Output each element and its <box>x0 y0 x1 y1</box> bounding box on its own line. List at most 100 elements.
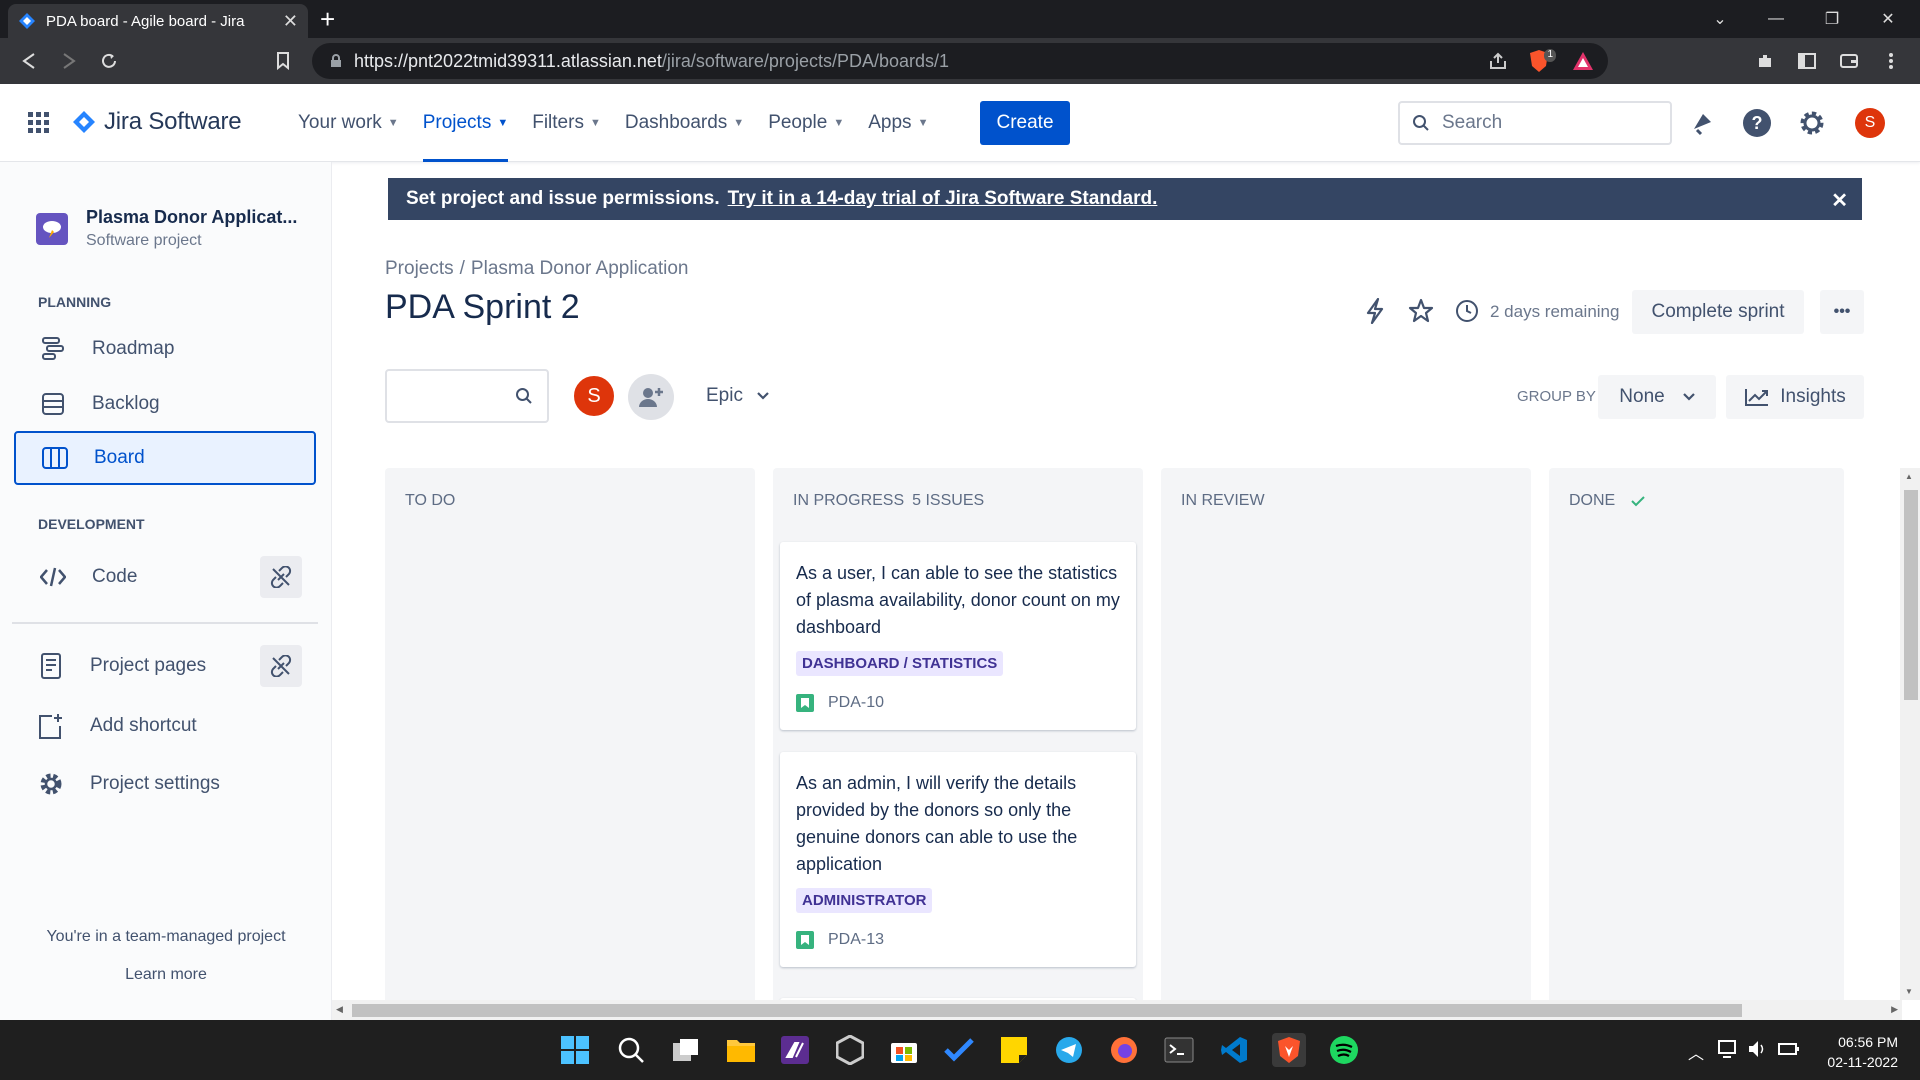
close-window-button[interactable]: ✕ <box>1860 0 1916 38</box>
scrollbar-thumb[interactable] <box>352 1004 1742 1017</box>
board-search-input[interactable] <box>385 369 549 423</box>
column-header: TO DO <box>405 492 455 510</box>
sidebar-item-roadmap[interactable]: Roadmap <box>14 322 316 376</box>
browser-menu-icon[interactable] <box>1878 48 1904 74</box>
scroll-up-icon[interactable]: ▲ <box>1905 472 1913 481</box>
banner-trial-link[interactable]: Try it in a 14-day trial of Jira Softwar… <box>728 188 1158 210</box>
windows-start-icon[interactable] <box>558 1033 592 1067</box>
minimize-button[interactable]: — <box>1748 0 1804 38</box>
sidebar-item-project-settings[interactable]: Project settings <box>14 757 316 811</box>
nav-projects[interactable]: Projects ▼ <box>411 84 521 162</box>
vscode-icon[interactable] <box>1217 1033 1251 1067</box>
browser-tab-bar: PDA board - Agile board - Jira ✕ + ⌄ — ❐… <box>0 0 1920 38</box>
settings-gear-icon[interactable] <box>1796 107 1828 139</box>
file-explorer-icon[interactable] <box>724 1033 758 1067</box>
microsoft-store-icon[interactable] <box>887 1033 921 1067</box>
restore-button[interactable]: ❐ <box>1804 0 1860 38</box>
automation-lightning-icon[interactable] <box>1360 296 1390 326</box>
brave-browser-icon[interactable] <box>1272 1033 1306 1067</box>
issue-key[interactable]: PDA-10 <box>828 694 884 712</box>
taskbar-search-icon[interactable] <box>614 1033 648 1067</box>
telegram-icon[interactable] <box>1052 1033 1086 1067</box>
scroll-down-icon[interactable]: ▼ <box>1905 987 1913 996</box>
board-vertical-scrollbar[interactable]: ▲ ▼ <box>1900 468 1920 1000</box>
brave-rewards-icon[interactable] <box>1572 51 1594 71</box>
sidebar-item-add-shortcut[interactable]: Add shortcut <box>14 699 316 753</box>
search-input[interactable]: Search <box>1398 101 1672 145</box>
todo-icon[interactable] <box>942 1033 976 1067</box>
nav-dashboards[interactable]: Dashboards ▼ <box>613 84 756 162</box>
spotify-icon[interactable] <box>1327 1033 1361 1067</box>
project-header[interactable]: Plasma Donor Applicat... Software projec… <box>36 207 297 250</box>
scroll-right-icon[interactable]: ▶ <box>1891 1004 1898 1015</box>
tab-close-icon[interactable]: ✕ <box>283 11 298 32</box>
close-icon[interactable]: ✕ <box>1831 188 1848 213</box>
tab-search-icon[interactable]: ⌄ <box>1692 0 1748 38</box>
task-view-icon[interactable] <box>669 1033 703 1067</box>
sidebar-item-code[interactable]: Code <box>14 550 316 604</box>
issue-summary: As a user, I can able to see the statist… <box>796 563 1120 637</box>
nav-apps[interactable]: Apps ▼ <box>856 84 940 162</box>
board-horizontal-scrollbar[interactable]: ◀ ▶ <box>332 1000 1902 1020</box>
volume-icon[interactable] <box>1748 1040 1770 1058</box>
new-tab-button[interactable]: + <box>320 6 335 32</box>
create-button[interactable]: Create <box>980 101 1070 145</box>
extensions-icon[interactable] <box>1752 48 1778 74</box>
avatar-initial: S <box>1855 108 1885 138</box>
network-icon[interactable] <box>1718 1040 1740 1058</box>
system-clock[interactable]: 06:56 PM 02-11-2022 <box>1827 1032 1898 1072</box>
address-bar[interactable]: https://pnt2022tmid39311.atlassian.net/j… <box>312 43 1608 79</box>
terminal-icon[interactable] <box>1162 1033 1196 1067</box>
issue-key-row: PDA-13 <box>796 931 1120 949</box>
issue-card[interactable]: As a user, I can able to see the statist… <box>780 542 1136 730</box>
profile-avatar[interactable]: S <box>1854 107 1886 139</box>
assignee-avatar[interactable]: S <box>572 374 616 418</box>
scroll-left-icon[interactable]: ◀ <box>336 1004 343 1015</box>
notifications-icon[interactable] <box>1686 107 1718 139</box>
share-icon[interactable] <box>1488 51 1508 71</box>
forward-icon[interactable] <box>56 48 82 74</box>
browser-tab[interactable]: PDA board - Agile board - Jira ✕ <box>8 4 308 38</box>
brave-shield-icon[interactable]: 1 <box>1528 49 1556 73</box>
app-switcher-icon[interactable] <box>28 112 50 134</box>
sticky-notes-icon[interactable] <box>997 1033 1031 1067</box>
sidebar-item-backlog[interactable]: Backlog <box>14 377 316 431</box>
jira-logo[interactable]: Jira Software <box>72 108 242 136</box>
link-disconnected-icon[interactable] <box>260 556 302 598</box>
issue-card[interactable]: As an admin, I will verify the details p… <box>780 752 1136 967</box>
reload-icon[interactable] <box>96 48 122 74</box>
more-actions-button[interactable]: ••• <box>1820 290 1864 334</box>
sidebar-item-label: Add shortcut <box>90 715 197 736</box>
star-icon[interactable] <box>1406 296 1436 326</box>
unity-icon[interactable] <box>833 1033 867 1067</box>
visual-studio-icon[interactable] <box>778 1033 812 1067</box>
breadcrumb-projects[interactable]: Projects <box>385 258 454 279</box>
nav-filters[interactable]: Filters ▼ <box>520 84 613 162</box>
tab-title: PDA board - Agile board - Jira <box>46 12 245 30</box>
group-by-dropdown[interactable]: None <box>1598 375 1716 419</box>
complete-sprint-button[interactable]: Complete sprint <box>1632 290 1804 334</box>
back-icon[interactable] <box>16 48 42 74</box>
sidebar-item-board[interactable]: Board <box>14 431 316 485</box>
board-column-in-progress: IN PROGRESS 5 ISSUES As a user, I can ab… <box>773 468 1143 1028</box>
scrollbar-thumb[interactable] <box>1904 490 1918 700</box>
sidebar-toggle-icon[interactable] <box>1794 48 1820 74</box>
insights-chart-icon <box>1744 387 1770 407</box>
epic-filter-dropdown[interactable]: Epic <box>706 385 769 407</box>
wallet-icon[interactable] <box>1836 48 1862 74</box>
bookmark-icon[interactable] <box>270 48 296 74</box>
link-disconnected-icon[interactable] <box>260 645 302 687</box>
breadcrumb-project[interactable]: Plasma Donor Application <box>471 258 689 279</box>
add-people-icon[interactable] <box>628 374 674 420</box>
help-icon[interactable]: ? <box>1741 107 1773 139</box>
sidebar-item-project-pages[interactable]: Project pages <box>14 639 316 693</box>
insights-button[interactable]: Insights <box>1726 375 1864 419</box>
nav-people[interactable]: People ▼ <box>756 84 856 162</box>
svg-text:?: ? <box>1752 113 1763 133</box>
nav-your-work[interactable]: Your work ▼ <box>286 84 411 162</box>
tray-chevron-up-icon[interactable]: ︿ <box>1688 1040 1704 1064</box>
firefox-icon[interactable] <box>1107 1033 1141 1067</box>
battery-icon[interactable] <box>1778 1040 1800 1058</box>
issue-key[interactable]: PDA-13 <box>828 931 884 949</box>
learn-more-link[interactable]: Learn more <box>0 966 332 984</box>
